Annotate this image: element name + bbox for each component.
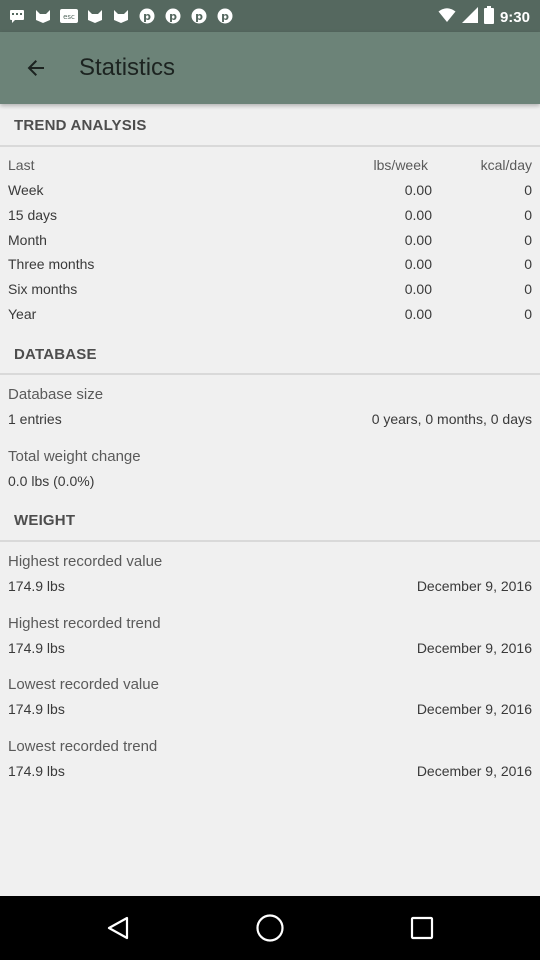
lowest-value-date: December 9, 2016 [416,701,532,717]
highest-value-label: Highest recorded value [8,553,163,570]
table-row: Six months 0.00 0 [0,281,540,305]
row-lbs-week: 0.00 [404,306,432,322]
notification-icons: esc p p p p [8,7,234,25]
table-row: Week 0.00 0 [0,182,540,206]
nav-recents-button[interactable] [406,912,438,944]
row-lbs-week: 0.00 [404,207,432,223]
page-title: Statistics [79,54,176,81]
highest-trend: 174.9 lbs [8,640,65,656]
nav-home-button[interactable] [254,912,286,944]
pinterest-icon: p [190,7,208,25]
database-duration: 0 years, 0 months, 0 days [371,411,532,427]
highest-value-date: December 9, 2016 [416,578,532,594]
svg-text:esc: esc [63,13,75,21]
battery-icon [483,6,494,29]
pinterest-icon: p [138,7,156,25]
row-period: Week [8,182,44,198]
back-button[interactable] [16,48,56,88]
svg-text:p: p [221,10,229,23]
column-header-kcal-day: kcal/day [480,157,532,173]
highest-trend-label: Highest recorded trend [8,615,161,632]
table-row: 15 days 0.00 0 [0,207,540,231]
lowest-trend-label: Lowest recorded trend [8,738,158,755]
arrow-back-icon [27,60,44,76]
svg-text:p: p [143,10,151,23]
row-period: Year [8,306,37,322]
system-status: 9:30 [438,6,530,29]
database-size-label: Database size [8,386,104,403]
total-weight-change-label: Total weight change [8,448,141,465]
pinterest-icon: p [216,7,234,25]
row-kcal-day: 0 [524,232,532,248]
database-entries: 1 entries [8,411,62,427]
column-header-last: Last [8,157,35,173]
row-lbs-week: 0.00 [404,281,432,297]
esc-icon: esc [60,7,78,25]
cat-icon [34,7,52,25]
row-period: Six months [8,281,78,297]
table-row: Year 0.00 0 [0,306,540,330]
row-lbs-week: 0.00 [404,256,432,272]
app-bar: Statistics [0,32,540,104]
section-header-weight: WEIGHT [14,512,76,529]
lowest-value-label: Lowest recorded value [8,676,159,693]
svg-text:p: p [169,10,177,23]
pinterest-icon: p [164,7,182,25]
row-period: Three months [8,256,95,272]
row-kcal-day: 0 [524,207,532,223]
status-bar: esc p p p p 9:30 [0,0,540,32]
lowest-value: 174.9 lbs [8,701,65,717]
lowest-trend: 174.9 lbs [8,763,65,779]
row-kcal-day: 0 [524,306,532,322]
column-header-lbs-week: lbs/week [373,157,428,173]
highest-value: 174.9 lbs [8,578,65,594]
wifi-icon [438,7,456,28]
trend-table-header: Last lbs/week kcal/day [0,157,540,181]
divider [0,540,540,542]
nav-back-icon [107,916,129,940]
nav-recents-icon [410,916,434,940]
row-kcal-day: 0 [524,281,532,297]
row-lbs-week: 0.00 [404,232,432,248]
row-kcal-day: 0 [524,182,532,198]
clock: 9:30 [499,9,530,26]
cat-icon [112,7,130,25]
svg-text:p: p [195,10,203,23]
row-period: Month [8,232,47,248]
section-header-trend: TREND ANALYSIS [14,117,147,134]
row-period: 15 days [8,207,58,223]
divider [0,145,540,147]
row-kcal-day: 0 [524,256,532,272]
nav-back-button[interactable] [102,912,134,944]
cat-icon [86,7,104,25]
table-row: Month 0.00 0 [0,232,540,256]
signal-icon [461,7,478,28]
divider [0,373,540,375]
sms-icon [8,7,26,25]
lowest-trend-date: December 9, 2016 [416,763,532,779]
highest-trend-date: December 9, 2016 [416,640,532,656]
section-header-database: DATABASE [14,346,97,363]
nav-home-icon [256,914,284,942]
row-lbs-week: 0.00 [404,182,432,198]
navigation-bar [0,896,540,960]
total-weight-change-value: 0.0 lbs (0.0%) [8,473,95,489]
table-row: Three months 0.00 0 [0,256,540,280]
